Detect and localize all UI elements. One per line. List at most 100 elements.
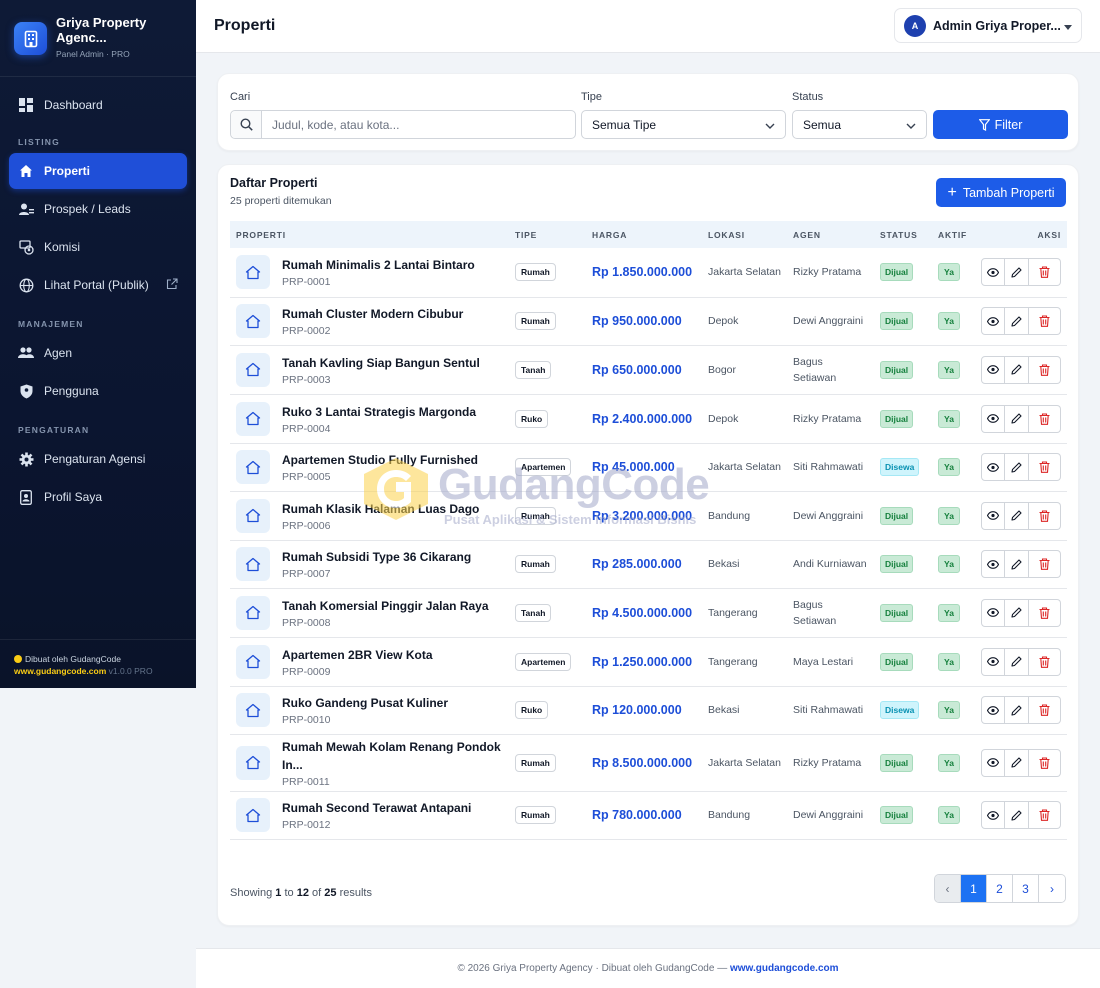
brand[interactable]: Griya Property Agenc... Panel Admin · PR… xyxy=(0,0,196,77)
col-agen[interactable]: AGEN xyxy=(787,221,874,248)
sidebar-item-agen[interactable]: Agen xyxy=(9,335,187,371)
view-button[interactable] xyxy=(981,307,1005,335)
view-button[interactable] xyxy=(981,501,1005,530)
view-button[interactable] xyxy=(981,258,1005,287)
property-title[interactable]: Tanah Kavling Siap Bangun Sentul xyxy=(282,354,480,372)
view-button[interactable] xyxy=(981,453,1005,481)
property-title[interactable]: Rumah Second Terawat Antapani xyxy=(282,799,471,817)
avatar: A xyxy=(904,14,926,37)
edit-button[interactable] xyxy=(1005,550,1029,578)
edit-button[interactable] xyxy=(1005,501,1029,530)
edit-button[interactable] xyxy=(1005,453,1029,481)
pagination-next[interactable]: › xyxy=(1039,875,1065,902)
col-lokasi[interactable]: LOKASI xyxy=(702,221,787,248)
view-button[interactable] xyxy=(981,647,1005,676)
type-select[interactable]: Semua Tipe xyxy=(581,110,786,139)
trash-icon xyxy=(1039,558,1050,570)
view-button[interactable] xyxy=(981,598,1005,627)
delete-button[interactable] xyxy=(1029,550,1061,578)
view-button[interactable] xyxy=(981,748,1005,777)
status-select[interactable]: Semua xyxy=(792,110,927,139)
sidebar-item-komisi[interactable]: Komisi xyxy=(9,229,187,265)
eye-icon xyxy=(987,810,999,820)
property-title[interactable]: Ruko Gandeng Pusat Kuliner xyxy=(282,694,448,712)
property-title[interactable]: Rumah Mewah Kolam Renang Pondok In... xyxy=(282,738,503,774)
sidebar-item-pengaturan-agensi[interactable]: Pengaturan Agensi xyxy=(9,441,187,477)
sidebar-item-dashboard[interactable]: Dashboard xyxy=(9,87,187,123)
view-button[interactable] xyxy=(981,801,1005,829)
filter-button[interactable]: Filter xyxy=(933,110,1068,139)
funnel-icon xyxy=(978,118,990,131)
view-button[interactable] xyxy=(981,550,1005,578)
col-harga[interactable]: HARGA xyxy=(586,221,702,248)
view-button[interactable] xyxy=(981,404,1005,433)
pagination-page-2[interactable]: 2 xyxy=(987,875,1013,902)
delete-button[interactable] xyxy=(1029,748,1061,777)
property-title[interactable]: Rumah Subsidi Type 36 Cikarang xyxy=(282,548,471,566)
showing-from: 1 xyxy=(275,887,282,899)
price: Rp 3.200.000.000 xyxy=(592,508,693,523)
sidebar-item-pengguna[interactable]: Pengguna xyxy=(9,373,187,409)
view-button[interactable] xyxy=(981,355,1005,384)
edit-button[interactable] xyxy=(1005,748,1029,777)
type-badge: Rumah xyxy=(515,263,556,282)
property-title[interactable]: Ruko 3 Lantai Strategis Margonda xyxy=(282,403,476,421)
edit-button[interactable] xyxy=(1005,598,1029,627)
property-title[interactable]: Tanah Komersial Pinggir Jalan Raya xyxy=(282,597,489,615)
edit-button[interactable] xyxy=(1005,801,1029,829)
property-title[interactable]: Rumah Cluster Modern Cibubur xyxy=(282,305,463,323)
edit-button[interactable] xyxy=(1005,647,1029,676)
table-row: Rumah Minimalis 2 Lantai Bintaro PRP-0001… xyxy=(230,248,1067,297)
delete-button[interactable] xyxy=(1029,801,1061,829)
delete-button[interactable] xyxy=(1029,404,1061,433)
footer-link[interactable]: www.gudangcode.com xyxy=(730,963,839,974)
pagination-page-3[interactable]: 3 xyxy=(1013,875,1039,902)
edit-button[interactable] xyxy=(1005,355,1029,384)
sidebar-item-label: Dashboard xyxy=(44,98,103,112)
user-menu-button[interactable]: A Admin Griya Proper... xyxy=(894,8,1082,43)
view-button[interactable] xyxy=(981,696,1005,724)
sidebar-item-leads[interactable]: Prospek / Leads xyxy=(9,191,187,227)
location: Tangerang xyxy=(708,655,758,668)
type-badge: Ruko xyxy=(515,701,549,719)
col-status[interactable]: STATUS xyxy=(874,221,932,248)
delete-button[interactable] xyxy=(1029,501,1061,530)
add-property-button[interactable]: + Tambah Properti xyxy=(936,178,1066,207)
delete-button[interactable] xyxy=(1029,307,1061,335)
col-properti[interactable]: PROPERTI xyxy=(230,221,509,248)
pagination-prev[interactable]: ‹ xyxy=(935,875,961,902)
property-title[interactable]: Rumah Klasik Halaman Luas Dago xyxy=(282,500,479,518)
search-box xyxy=(230,110,576,139)
delete-button[interactable] xyxy=(1029,258,1061,287)
sidebar-item-properti[interactable]: Properti xyxy=(9,153,187,189)
delete-button[interactable] xyxy=(1029,598,1061,627)
home-icon xyxy=(236,547,270,581)
table-row: Ruko Gandeng Pusat Kuliner PRP-0010 Ruko Rp… xyxy=(230,686,1067,734)
table-row: Apartemen Studio Fully Furnished PRP-0005… xyxy=(230,443,1067,491)
gudangcode-link[interactable]: www.gudangcode.com xyxy=(14,666,106,676)
edit-button[interactable] xyxy=(1005,258,1029,287)
edit-button[interactable] xyxy=(1005,307,1029,335)
made-by-text: Dibuat oleh GudangCode xyxy=(25,654,121,664)
delete-button[interactable] xyxy=(1029,696,1061,724)
list-title: Daftar Properti xyxy=(230,176,318,190)
caret-down-icon xyxy=(1064,17,1072,35)
delete-button[interactable] xyxy=(1029,355,1061,384)
search-input[interactable] xyxy=(262,111,562,138)
delete-button[interactable] xyxy=(1029,453,1061,481)
property-title[interactable]: Apartemen Studio Fully Furnished xyxy=(282,451,478,469)
sidebar-item-profil[interactable]: Profil Saya xyxy=(9,479,187,515)
col-tipe[interactable]: TIPE xyxy=(509,221,586,248)
property-title[interactable]: Apartemen 2BR View Kota xyxy=(282,646,433,664)
edit-button[interactable] xyxy=(1005,696,1029,724)
type-badge: Rumah xyxy=(515,806,556,824)
col-aktif[interactable]: AKTIF xyxy=(932,221,974,248)
location: Jakarta Selatan xyxy=(708,461,781,473)
delete-button[interactable] xyxy=(1029,647,1061,676)
sidebar-item-portal[interactable]: Lihat Portal (Publik) xyxy=(9,267,187,303)
edit-button[interactable] xyxy=(1005,404,1029,433)
home-icon xyxy=(236,498,270,533)
property-title[interactable]: Rumah Minimalis 2 Lantai Bintaro xyxy=(282,256,475,274)
pagination-page-1[interactable]: 1 xyxy=(961,875,987,902)
sidebar: Griya Property Agenc... Panel Admin · PR… xyxy=(0,0,196,688)
